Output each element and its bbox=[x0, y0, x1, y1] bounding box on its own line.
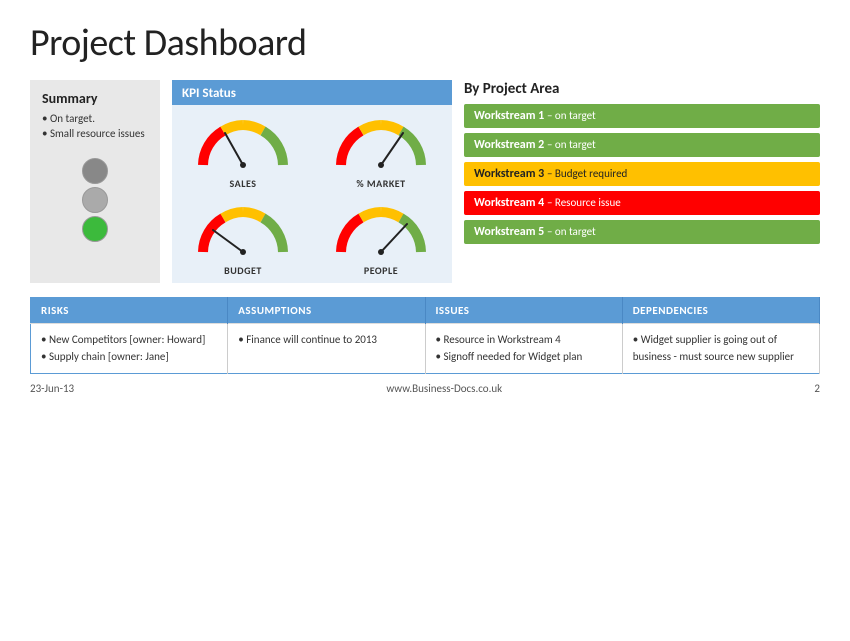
ws1-name: Workstream 1 bbox=[474, 109, 544, 123]
kpi-title: KPI Status bbox=[172, 80, 452, 105]
footer-page: 2 bbox=[814, 382, 820, 395]
dependencies-list: Widget supplier is going out of business… bbox=[633, 332, 809, 365]
kpi-gauges: SALES % MARKET bbox=[172, 105, 452, 283]
table-row: New Competitors [owner: Howard] Supply c… bbox=[31, 324, 820, 374]
ws4-status: – Resource issue bbox=[547, 196, 621, 209]
summary-point-1: • On target. bbox=[42, 112, 95, 125]
summary-text: • On target. • Small resource issues bbox=[42, 111, 148, 142]
traffic-light bbox=[42, 158, 148, 242]
col-risks: RISKS bbox=[31, 298, 228, 324]
issues-list: Resource in Workstream 4 Signoff needed … bbox=[436, 332, 612, 365]
cell-assumptions: Finance will continue to 2013 bbox=[228, 324, 425, 374]
gauge-people: PEOPLE bbox=[314, 196, 448, 279]
gauge-budget-svg bbox=[193, 202, 293, 262]
summary-point-2: • Small resource issues bbox=[42, 127, 145, 140]
top-section: Summary • On target. • Small resource is… bbox=[30, 80, 820, 283]
traffic-light-yellow bbox=[82, 187, 108, 213]
ws5-status: – on target bbox=[547, 225, 596, 238]
col-assumptions: ASSUMPTIONS bbox=[228, 298, 425, 324]
ws3-status: – Budget required bbox=[547, 167, 627, 180]
dependency-1: Widget supplier is going out of business… bbox=[633, 332, 809, 365]
cell-dependencies: Widget supplier is going out of business… bbox=[622, 324, 819, 374]
gauge-market-label: % MARKET bbox=[356, 177, 405, 190]
workstream-2: Workstream 2 – on target bbox=[464, 133, 820, 157]
ws1-status: – on target bbox=[547, 109, 596, 122]
gauge-sales: SALES bbox=[176, 109, 310, 192]
col-dependencies: DEPENDENCIES bbox=[622, 298, 819, 324]
risk-1: New Competitors [owner: Howard] bbox=[41, 332, 217, 349]
footer: 23-Jun-13 www.Business-Docs.co.uk 2 bbox=[30, 382, 820, 395]
workstream-1: Workstream 1 – on target bbox=[464, 104, 820, 128]
project-area: By Project Area Workstream 1 – on target… bbox=[464, 80, 820, 283]
risks-list: New Competitors [owner: Howard] Supply c… bbox=[41, 332, 217, 365]
footer-date: 23-Jun-13 bbox=[30, 382, 74, 395]
workstream-4: Workstream 4 – Resource issue bbox=[464, 191, 820, 215]
assumption-1: Finance will continue to 2013 bbox=[238, 332, 414, 349]
ws2-status: – on target bbox=[547, 138, 596, 151]
issue-2: Signoff needed for Widget plan bbox=[436, 349, 612, 366]
traffic-light-green bbox=[82, 216, 108, 242]
summary-title: Summary bbox=[42, 90, 148, 107]
ws3-name: Workstream 3 bbox=[474, 167, 544, 181]
issue-1: Resource in Workstream 4 bbox=[436, 332, 612, 349]
workstream-list: Workstream 1 – on target Workstream 2 – … bbox=[464, 104, 820, 244]
cell-risks: New Competitors [owner: Howard] Supply c… bbox=[31, 324, 228, 374]
assumptions-list: Finance will continue to 2013 bbox=[238, 332, 414, 349]
workstream-5: Workstream 5 – on target bbox=[464, 220, 820, 244]
kpi-box: KPI Status bbox=[172, 80, 452, 283]
project-area-title: By Project Area bbox=[464, 80, 820, 98]
gauge-budget: BUDGET bbox=[176, 196, 310, 279]
page: Project Dashboard Summary • On target. •… bbox=[0, 0, 850, 641]
cell-issues: Resource in Workstream 4 Signoff needed … bbox=[425, 324, 622, 374]
gauge-sales-label: SALES bbox=[230, 177, 257, 190]
page-title: Project Dashboard bbox=[30, 20, 820, 66]
bottom-table: RISKS ASSUMPTIONS ISSUES DEPENDENCIES Ne… bbox=[30, 297, 820, 374]
gauge-people-label: PEOPLE bbox=[364, 264, 398, 277]
traffic-light-red bbox=[82, 158, 108, 184]
workstream-3: Workstream 3 – Budget required bbox=[464, 162, 820, 186]
footer-website: www.Business-Docs.co.uk bbox=[386, 382, 502, 395]
gauge-market: % MARKET bbox=[314, 109, 448, 192]
gauge-sales-svg bbox=[193, 115, 293, 175]
summary-box: Summary • On target. • Small resource is… bbox=[30, 80, 160, 283]
risk-2: Supply chain [owner: Jane] bbox=[41, 349, 217, 366]
gauge-market-svg bbox=[331, 115, 431, 175]
col-issues: ISSUES bbox=[425, 298, 622, 324]
ws5-name: Workstream 5 bbox=[474, 225, 544, 239]
ws2-name: Workstream 2 bbox=[474, 138, 544, 152]
gauge-people-svg bbox=[331, 202, 431, 262]
ws4-name: Workstream 4 bbox=[474, 196, 544, 210]
gauge-budget-label: BUDGET bbox=[224, 264, 262, 277]
